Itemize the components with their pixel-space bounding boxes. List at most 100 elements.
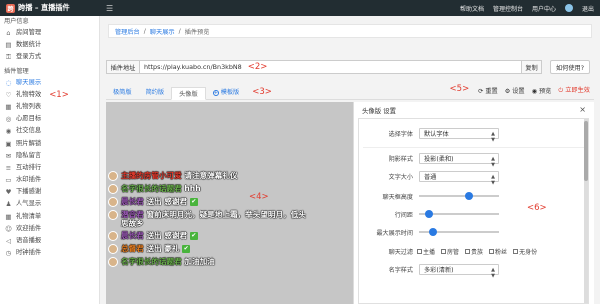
- sidebar-item-watermark[interactable]: ▭ 水印插件: [0, 174, 99, 186]
- sidebar-item-label: 下播感谢: [16, 188, 42, 196]
- sidebar-item-welcome[interactable]: ☺ 欢迎插件: [0, 223, 99, 235]
- chevron-down-icon: ▲ ▼: [491, 174, 495, 186]
- shadow-select[interactable]: 投影(柔和) ▲ ▼: [419, 153, 499, 168]
- sidebar-item-message[interactable]: ✉ 隐私留言: [0, 150, 99, 162]
- sidebar-item-social[interactable]: ◉ 社交信息: [0, 125, 99, 137]
- avatar[interactable]: [564, 4, 573, 12]
- chat-message: 主播的房管小可爱 请注意弹幕礼仪: [108, 171, 308, 181]
- sidebar-item-label: 人气显示: [16, 200, 42, 208]
- sidebar-item-speaker[interactable]: ◁ 语音播报: [0, 235, 99, 247]
- apply-now-button[interactable]: ⏻ 立即生效: [558, 85, 590, 95]
- copy-button[interactable]: 复制: [522, 60, 542, 74]
- sidebar-item-label: 礼物列表: [16, 102, 42, 110]
- checkbox-icon: [441, 249, 447, 254]
- sidebar-item-label: 礼物清单: [16, 212, 42, 220]
- filter-checkbox-label: 贵族: [471, 249, 484, 256]
- sidebar-item-gift-list[interactable]: ▦ 礼物清单: [0, 211, 99, 223]
- menu-toggle-icon[interactable]: ☰: [106, 4, 113, 13]
- logout-link[interactable]: 退出: [582, 4, 594, 13]
- chat-username: 名字很长的话题君: [121, 184, 182, 193]
- checkbox-icon: [489, 249, 495, 254]
- height-slider[interactable]: [419, 192, 499, 200]
- avatar: [108, 244, 118, 254]
- breadcrumb-separator: /: [143, 27, 146, 35]
- filter-checkbox[interactable]: 主播: [417, 247, 435, 256]
- help-docs-link[interactable]: 帮助文档: [460, 4, 484, 13]
- font-row: 选择字体 默认字体 ▲ ▼: [359, 128, 579, 143]
- list-icon: ▦: [5, 102, 12, 111]
- chat-text: 送出 豪礼: [146, 244, 180, 253]
- sidebar-item-label: 礼物特效: [16, 90, 42, 98]
- style-tabs: 极简版 简约版 头像版 + 模板版 <3> <5> ⟳ 重置 ⚙ 设置 ◉ 预览 …: [106, 84, 594, 100]
- spacing-slider-knob[interactable]: [424, 210, 433, 218]
- filter-checkbox[interactable]: 房管: [441, 247, 459, 256]
- sidebar-item-thanks[interactable]: ♥ 下播感谢: [0, 186, 99, 198]
- tab-minimal[interactable]: 极简版: [106, 86, 139, 99]
- plugin-url-field[interactable]: https://play.kuabo.cn/Bn3kbN8 <2>: [140, 60, 522, 74]
- chevron-down-icon: ▲ ▼: [491, 131, 495, 143]
- tab-avatar[interactable]: 头像版: [171, 87, 206, 100]
- breadcrumb-chat-display[interactable]: 聊天展示: [150, 27, 175, 36]
- font-select[interactable]: 默认字体 ▲ ▼: [419, 128, 499, 143]
- plugin-url-value: https://play.kuabo.cn/Bn3kbN8: [144, 63, 242, 71]
- filter-checkbox[interactable]: 贵族: [465, 247, 483, 256]
- tab-template-label: 模板版: [220, 89, 240, 96]
- rank-icon: ≡: [5, 163, 12, 172]
- sidebar-item-target[interactable]: ◎ 心愿目标: [0, 113, 99, 125]
- sidebar-item-label: 时钟插件: [16, 249, 42, 257]
- breadcrumb-admin[interactable]: 管理后台: [115, 27, 140, 36]
- name-style-select[interactable]: 多彩(清新) ▲ ▼: [419, 264, 499, 279]
- tab-template[interactable]: + 模板版: [206, 86, 247, 99]
- sidebar-item-gift[interactable]: ♡ 礼物特效 <1>: [0, 89, 99, 101]
- preview-button[interactable]: ◉ 预览: [532, 86, 552, 95]
- sidebar-item-photo[interactable]: ▣ 照片解锁: [0, 138, 99, 150]
- sidebar-item-chat[interactable]: ◌ 聊天展示: [0, 77, 99, 89]
- sidebar-item-popularity[interactable]: ♟ 人气显示: [0, 198, 99, 210]
- sidebar-item-chart[interactable]: ▤ 数据统计: [0, 39, 99, 51]
- photo-icon: ▣: [5, 139, 12, 148]
- settings-panel-header: 头像版 设置 ×: [354, 102, 594, 118]
- settings-panel-title: 头像版 设置: [362, 106, 396, 115]
- chat-icon: ◌: [5, 78, 12, 87]
- sidebar-item-home[interactable]: ⌂ 房间管理: [0, 27, 99, 39]
- reset-button[interactable]: ⟳ 重置: [478, 86, 498, 95]
- breadcrumb-current: 插件预览: [184, 28, 210, 36]
- tab-simple[interactable]: 简约版: [139, 86, 172, 99]
- sidebar-item-key[interactable]: ⚿ 登录方式: [0, 51, 99, 63]
- plugin-url-label: 插件地址: [106, 60, 140, 74]
- close-icon[interactable]: ×: [579, 105, 586, 114]
- chat-username: 潜音君: [121, 210, 144, 219]
- filter-checkbox-label: 房管: [447, 249, 460, 256]
- time-slider[interactable]: [419, 228, 499, 236]
- plugin-url-row: 插件地址 https://play.kuabo.cn/Bn3kbN8 <2> 复…: [106, 60, 594, 74]
- user-center-link[interactable]: 用户中心: [532, 4, 556, 13]
- scrollbar-thumb[interactable]: [584, 121, 588, 181]
- chat-username: 晨长君: [121, 231, 144, 240]
- settings-scrollbar[interactable]: [584, 119, 588, 303]
- apply-now-label: 立即生效: [565, 87, 590, 94]
- name-style-label: 名字样式: [388, 267, 413, 274]
- admin-console-link[interactable]: 管理控制台: [493, 4, 523, 13]
- spacing-slider[interactable]: [419, 210, 499, 218]
- settings-button[interactable]: ⚙ 设置: [505, 86, 525, 95]
- chat-username: 晨长君: [121, 197, 144, 206]
- how-to-use-button[interactable]: 如何使用?: [550, 60, 590, 74]
- plus-icon: +: [212, 90, 219, 96]
- chat-text: 加油加油: [184, 257, 215, 266]
- sidebar-item-label: 数据统计: [16, 41, 42, 49]
- time-slider-knob[interactable]: [429, 228, 438, 236]
- size-select[interactable]: 普通 ▲ ▼: [419, 171, 499, 186]
- height-slider-knob[interactable]: [464, 192, 473, 200]
- filter-checkbox[interactable]: 粉丝: [489, 247, 507, 256]
- check-icon: ✔: [182, 245, 191, 253]
- app-logo[interactable]: 跨 跨播 – 直播插件: [0, 0, 100, 16]
- sidebar-item-list[interactable]: ▦ 礼物列表: [0, 101, 99, 113]
- sidebar-item-rank[interactable]: ≡ 互动排行: [0, 162, 99, 174]
- checkbox-icon: [513, 249, 519, 254]
- sidebar-item-label: 心愿目标: [16, 115, 42, 123]
- filter-checkbox[interactable]: 无身份: [513, 247, 537, 256]
- chat-message: 晨长君 送出 感谢君 ✔: [108, 231, 308, 241]
- sidebar-item-clock[interactable]: ◷ 时钟插件: [0, 247, 99, 259]
- time-row: 最大展示时间: [359, 228, 579, 237]
- checkbox-icon: [465, 249, 471, 254]
